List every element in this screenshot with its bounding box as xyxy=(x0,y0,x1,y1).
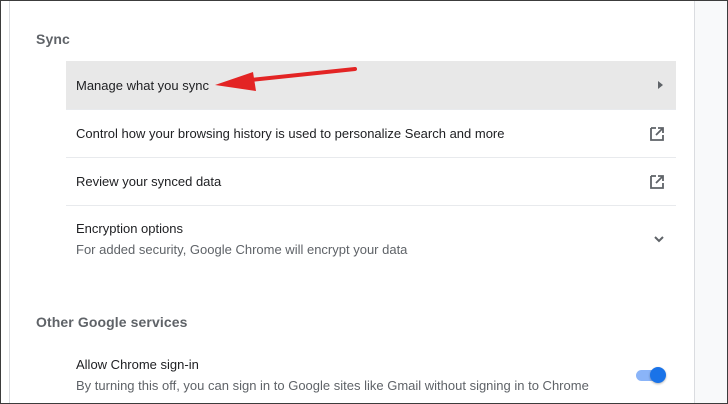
row-text: Encryption options For added security, G… xyxy=(76,221,407,257)
open-in-new-icon[interactable] xyxy=(648,125,666,143)
toggle-knob xyxy=(650,367,666,383)
settings-card: Sync Manage what you sync Control how yo… xyxy=(9,1,695,403)
row-label: Encryption options xyxy=(76,220,183,236)
row-label: Allow Chrome sign-in xyxy=(76,357,199,372)
section-title-sync: Sync xyxy=(36,31,70,47)
review-synced-data-row[interactable]: Review your synced data xyxy=(66,157,676,205)
chevron-right-icon xyxy=(654,79,666,91)
row-sublabel: By turning this off, you can sign in to … xyxy=(76,378,589,393)
row-label: Manage what you sync xyxy=(76,77,209,93)
control-browsing-history-row[interactable]: Control how your browsing history is use… xyxy=(66,109,676,157)
row-label: Review your synced data xyxy=(76,174,222,189)
allow-chrome-signin-toggle[interactable] xyxy=(636,367,666,383)
row-label: Control how your browsing history is use… xyxy=(76,126,505,141)
section-title-other-google-services: Other Google services xyxy=(36,314,188,330)
settings-window: Sync Manage what you sync Control how yo… xyxy=(0,0,728,404)
manage-what-you-sync-row[interactable]: Manage what you sync xyxy=(66,61,676,109)
encryption-options-row[interactable]: Encryption options For added security, G… xyxy=(66,205,676,271)
chevron-down-icon[interactable] xyxy=(652,232,666,246)
open-in-new-icon[interactable] xyxy=(648,173,666,191)
row-text: Allow Chrome sign-in By turning this off… xyxy=(76,357,589,393)
scroll-gutter[interactable] xyxy=(695,1,727,403)
allow-chrome-signin-row[interactable]: Allow Chrome sign-in By turning this off… xyxy=(66,343,676,403)
row-sublabel: For added security, Google Chrome will e… xyxy=(76,241,408,257)
